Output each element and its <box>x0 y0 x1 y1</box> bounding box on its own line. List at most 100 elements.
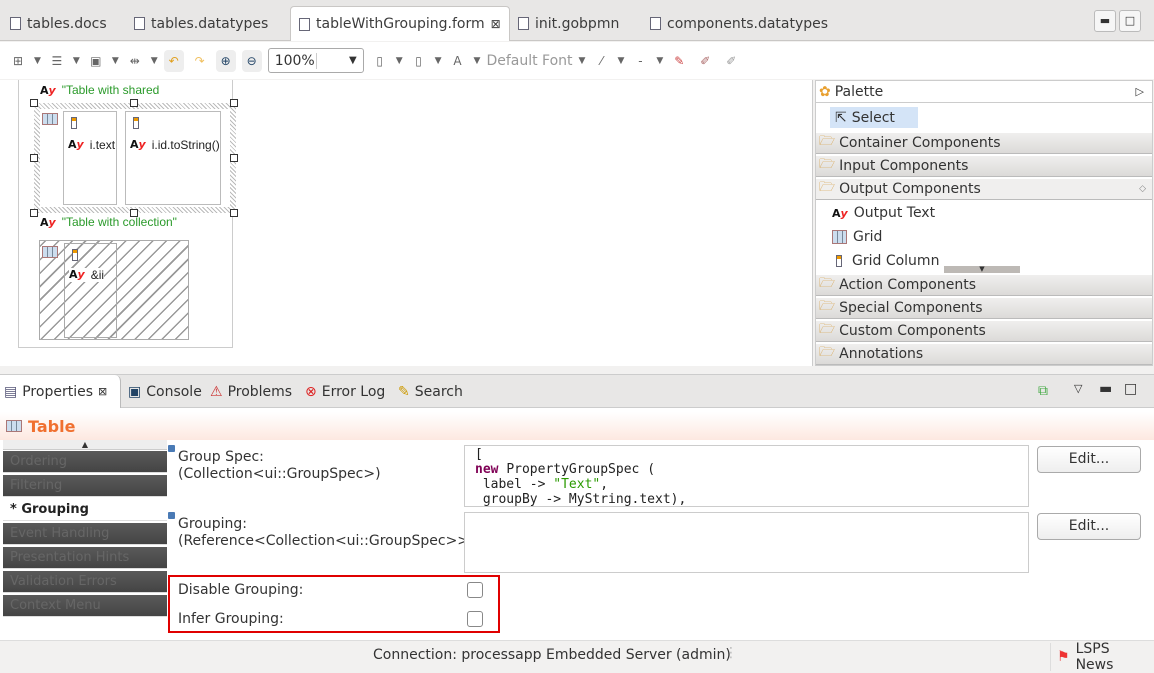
close-icon[interactable]: ⊠ <box>98 385 107 398</box>
scroll-down-button[interactable]: ▼ <box>944 266 1020 273</box>
error-log-icon: ⊗ <box>305 383 317 400</box>
code-line: PropertyGroupSpec ( <box>506 462 656 477</box>
palette-item-grid[interactable]: Grid <box>832 229 882 245</box>
section-presentation-hints[interactable]: Presentation Hints <box>3 547 167 569</box>
dropdown-arrow-icon[interactable]: ▼ <box>396 56 403 66</box>
zoom-out-icon[interactable]: ⊖ <box>241 49 262 72</box>
section-ordering[interactable]: Ordering <box>3 451 167 473</box>
table-column[interactable]: Ay i.id.toString() <box>125 111 221 205</box>
file-icon <box>650 17 661 30</box>
tab-tables-docs[interactable]: tables.docs <box>2 6 115 41</box>
dropdown-arrow-icon[interactable]: ▼ <box>34 56 41 66</box>
tab-search[interactable]: ✎ Search <box>394 375 467 408</box>
resize-handle[interactable] <box>230 154 238 162</box>
table-collection[interactable]: Ay &ii <box>39 240 189 340</box>
tab-properties[interactable]: ▤ Properties ⊠ <box>0 375 121 408</box>
section-context-menu[interactable]: Context Menu <box>3 595 167 617</box>
table-column[interactable]: Ay i.text <box>63 111 117 205</box>
tab-init-gobpmn[interactable]: init.gobpmn <box>510 6 627 41</box>
group-spec-editor[interactable]: [new PropertyGroupSpec ( label -> "Text"… <box>464 445 1029 507</box>
maximize-button[interactable]: □ <box>1119 10 1141 32</box>
dropdown-arrow-icon[interactable]: ▼ <box>112 56 119 66</box>
output-text-shared[interactable]: Ay "Table with shared <box>40 83 159 97</box>
palette-item-grid-column[interactable]: Grid Column <box>832 253 939 269</box>
palette-select-tool[interactable]: ⇱ Select <box>830 107 918 128</box>
dropdown-arrow-icon[interactable]: ▼ <box>73 56 80 66</box>
edit-grouping-button[interactable]: Edit... <box>1037 513 1141 540</box>
lsps-news-button[interactable]: ⚑ LSPS News <box>1050 641 1154 673</box>
resize-handle[interactable] <box>230 209 238 217</box>
tab-tablewithgrouping-form[interactable]: tableWithGrouping.form ⊠ <box>290 6 510 41</box>
redo-icon[interactable]: ↷ <box>190 50 210 72</box>
minimize-button[interactable]: ▬ <box>1094 10 1116 32</box>
maximize-button[interactable]: □ <box>1124 381 1137 397</box>
folder-icon: 🗁 <box>819 180 836 195</box>
size-icon[interactable]: ▣ <box>86 50 106 72</box>
infer-grouping-checkbox[interactable] <box>467 611 483 627</box>
resize-handle[interactable] <box>30 99 38 107</box>
minimize-button[interactable]: ▬ <box>1099 381 1112 397</box>
form-canvas[interactable]: Ay "Table with shared Ay i.text Ay i.id.toS… <box>0 80 813 366</box>
scroll-up-button[interactable]: ▲ <box>3 440 167 450</box>
close-icon[interactable]: ⊠ <box>491 17 501 31</box>
resize-handle[interactable] <box>230 99 238 107</box>
section-grouping[interactable]: * Grouping <box>3 499 167 521</box>
dropdown-arrow-icon[interactable]: ▼ <box>617 56 624 66</box>
table-column[interactable]: Ay &ii <box>64 243 117 338</box>
zoom-in-icon[interactable]: ⊕ <box>215 49 236 72</box>
drawer-container-components[interactable]: 🗁 Container Components <box>816 133 1152 154</box>
disable-grouping-checkbox[interactable] <box>467 582 483 598</box>
dropdown-arrow-icon[interactable]: ▼ <box>474 56 481 66</box>
dropdown-arrow-icon[interactable]: ▼ <box>579 56 586 66</box>
selected-table-shared[interactable]: Ay i.text Ay i.id.toString() <box>30 99 238 217</box>
drawer-input-components[interactable]: 🗁 Input Components <box>816 156 1152 177</box>
font-select[interactable]: Default Font <box>486 53 572 69</box>
dropdown-arrow-icon[interactable]: ▼ <box>656 56 663 66</box>
tab-console[interactable]: ▣ Console <box>124 375 206 408</box>
line-color-icon[interactable]: ▯ <box>409 50 429 72</box>
output-text-icon: Ay <box>832 206 848 220</box>
resize-handle[interactable] <box>30 154 38 162</box>
open-console-icon[interactable]: ⧉ <box>1038 383 1048 399</box>
pin-icon[interactable]: ◇ <box>1139 184 1146 194</box>
line-style-icon[interactable]: ⁄ <box>591 50 611 72</box>
section-event-handling[interactable]: Event Handling <box>3 523 167 545</box>
tab-components-datatypes[interactable]: components.datatypes <box>642 6 836 41</box>
drawer-output-components[interactable]: 🗁 Output Components ◇ <box>816 179 1152 200</box>
brush-icon[interactable]: ✐ <box>695 50 715 72</box>
drawer-action-components[interactable]: 🗁 Action Components <box>816 275 1152 296</box>
distribute-icon[interactable]: ⇹ <box>125 50 145 72</box>
line-width-select[interactable]: - <box>630 50 650 72</box>
output-text-collection[interactable]: Ay "Table with collection" <box>40 215 177 229</box>
resize-handle[interactable] <box>30 209 38 217</box>
fill-color-icon[interactable]: ▯ <box>370 50 390 72</box>
grouping-editor[interactable] <box>464 512 1029 573</box>
eyedropper-icon[interactable]: ✎ <box>669 50 689 72</box>
align-icon[interactable]: ☰ <box>47 50 67 72</box>
drawer-annotations[interactable]: 🗁 Annotations <box>816 344 1152 365</box>
section-filtering[interactable]: Filtering <box>3 475 167 497</box>
output-text-icon: Ay <box>130 138 146 151</box>
status-bar: Connection: processapp Embedded Server (… <box>0 640 1154 673</box>
dropdown-arrow-icon[interactable]: ▼ <box>151 56 158 66</box>
zoom-combo[interactable]: 100% ▼ <box>267 48 364 73</box>
tab-error-log[interactable]: ⊗ Error Log <box>301 375 389 408</box>
resize-handle[interactable] <box>130 99 138 107</box>
palette-item-output-text[interactable]: Ay Output Text <box>832 205 935 221</box>
chevron-down-icon[interactable]: ▼ <box>317 55 363 66</box>
tab-problems[interactable]: ⚠ Problems <box>206 375 296 408</box>
palette: ✿ Palette ▷ ⇱ Select 🗁 Container Components… <box>815 80 1153 366</box>
tab-tables-datatypes[interactable]: tables.datatypes <box>126 6 276 41</box>
drawer-custom-components[interactable]: 🗁 Custom Components <box>816 321 1152 342</box>
dropdown-arrow-icon[interactable]: ▼ <box>435 56 442 66</box>
collapse-palette-icon[interactable]: ▷ <box>1136 85 1144 98</box>
undo-icon[interactable]: ↶ <box>163 49 184 72</box>
editor-toolbar: ⊞ ▼ ☰ ▼ ▣ ▼ ⇹ ▼ ↶ ↷ ⊕ ⊖ 100% ▼ ▯ ▼ ▯ ▼ A ▼ Defau… <box>0 42 1154 79</box>
font-color-icon[interactable]: A <box>448 50 468 72</box>
edit-group-spec-button[interactable]: Edit... <box>1037 446 1141 473</box>
view-menu-icon[interactable]: ▽ <box>1074 382 1082 395</box>
drawer-special-components[interactable]: 🗁 Special Components <box>816 298 1152 319</box>
brush-gray-icon[interactable]: ✐ <box>721 50 741 72</box>
section-validation-errors[interactable]: Validation Errors <box>3 571 167 593</box>
layout-icon[interactable]: ⊞ <box>8 50 28 72</box>
